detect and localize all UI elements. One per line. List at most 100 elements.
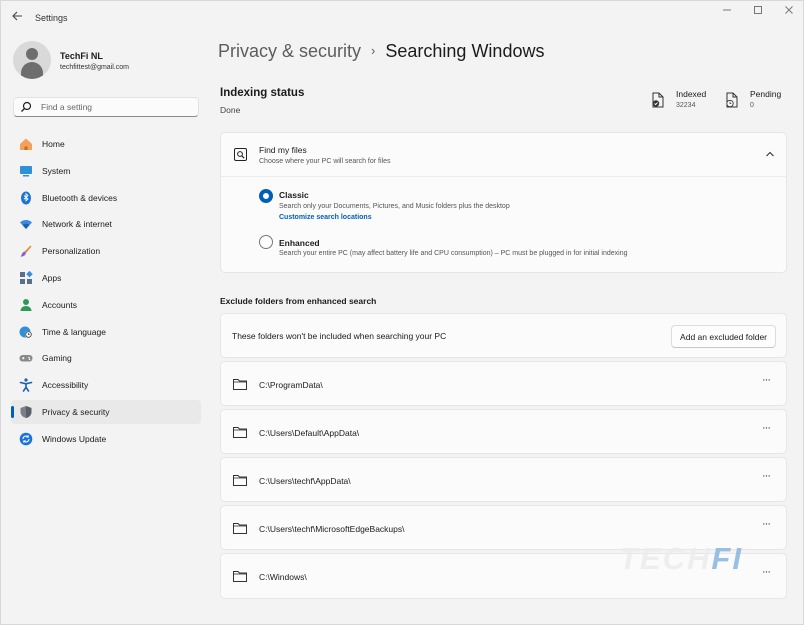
- apps-icon: [20, 270, 33, 284]
- title-bar: Settings: [1, 1, 803, 35]
- minimize-icon: [723, 9, 731, 11]
- pending-file-icon: [726, 92, 738, 108]
- classic-label: Classic: [279, 190, 309, 200]
- indexing-status-value: Done: [220, 105, 241, 115]
- more-options-button[interactable]: ···: [756, 519, 776, 533]
- sidebar-item-home[interactable]: Home: [11, 132, 201, 156]
- sidebar-item-network[interactable]: Network & internet: [11, 212, 201, 236]
- globe-clock-icon: [19, 326, 32, 338]
- wifi-icon: [20, 220, 32, 230]
- brush-icon: [20, 245, 32, 257]
- excluded-folder-row: C:\ProgramData\ ···: [220, 361, 787, 406]
- sidebar-item-windows-update[interactable]: Windows Update: [11, 427, 201, 451]
- search-input[interactable]: [41, 100, 191, 114]
- more-options-button[interactable]: ···: [756, 375, 776, 389]
- more-options-button[interactable]: ···: [756, 423, 776, 437]
- pending-count: 0: [750, 102, 754, 109]
- sidebar-item-label: Accounts: [42, 299, 77, 310]
- search-icon: [21, 101, 32, 112]
- classic-description: Search only your Documents, Pictures, an…: [279, 203, 510, 210]
- sidebar-nav: Home System Bluetooth & devices Network …: [11, 132, 201, 454]
- folder-path: C:\Users\Default\AppData\: [259, 428, 360, 438]
- pending-label: Pending: [750, 89, 782, 99]
- classic-radio[interactable]: [259, 189, 273, 203]
- update-icon: [19, 432, 33, 446]
- maximize-button[interactable]: [746, 5, 770, 19]
- sidebar-item-label: Network & internet: [42, 219, 112, 230]
- folder-icon: [233, 475, 247, 486]
- enhanced-radio[interactable]: [259, 235, 273, 249]
- folder-path: C:\Users\techf\AppData\: [259, 476, 351, 486]
- chevron-up-icon[interactable]: [764, 148, 776, 160]
- folder-icon: [233, 571, 247, 582]
- sidebar-item-time-language[interactable]: Time & language: [11, 320, 201, 344]
- file-search-icon: [234, 148, 247, 161]
- sidebar-item-personalization[interactable]: Personalization: [11, 239, 201, 263]
- system-icon: [20, 165, 32, 177]
- back-button[interactable]: [9, 10, 25, 26]
- gamepad-icon: [19, 355, 33, 362]
- enhanced-description: Search your entire PC (may affect batter…: [279, 250, 628, 257]
- sidebar-item-label: Accessibility: [42, 380, 89, 391]
- breadcrumb-parent-link[interactable]: Privacy & security: [218, 41, 361, 61]
- sidebar-item-label: System: [42, 165, 71, 176]
- shield-icon: [20, 405, 32, 418]
- search-box[interactable]: [13, 97, 199, 117]
- minimize-button[interactable]: [715, 5, 739, 19]
- folder-path: C:\Windows\: [259, 572, 307, 582]
- find-my-files-title: Find my files: [259, 145, 307, 155]
- enhanced-label: Enhanced: [279, 238, 320, 248]
- breadcrumb: Privacy & security › Searching Windows: [218, 41, 544, 62]
- settings-window: Settings TechFi NL techfittest@gmail.com…: [0, 0, 804, 625]
- breadcrumb-separator: ›: [371, 43, 376, 58]
- sidebar-item-label: Time & language: [42, 326, 106, 337]
- sidebar-item-label: Apps: [42, 272, 62, 283]
- exclude-info-text: These folders won't be included when sea…: [232, 331, 447, 341]
- indexed-label: Indexed: [676, 89, 707, 99]
- bluetooth-icon: [21, 191, 31, 205]
- maximize-icon: [754, 6, 762, 14]
- accessibility-icon: [19, 378, 33, 392]
- folder-icon: [233, 379, 247, 390]
- sidebar-item-label: Bluetooth & devices: [42, 192, 118, 203]
- profile-name: TechFi NL: [60, 51, 103, 61]
- indexing-status-title: Indexing status: [220, 87, 305, 99]
- sidebar-item-accounts[interactable]: Accounts: [11, 293, 201, 317]
- sidebar-item-apps[interactable]: Apps: [11, 266, 201, 290]
- sidebar-item-system[interactable]: System: [11, 159, 201, 183]
- folder-icon: [233, 427, 247, 438]
- accounts-icon: [20, 298, 32, 311]
- sidebar-item-label: Windows Update: [42, 433, 107, 444]
- excluded-folder-row: C:\Users\techf\AppData\ ···: [220, 457, 787, 502]
- customize-search-locations-link[interactable]: Customize search locations: [279, 214, 372, 221]
- app-title: Settings: [35, 13, 68, 23]
- page-title: Searching Windows: [385, 41, 545, 61]
- sidebar-item-label: Privacy & security: [42, 406, 110, 417]
- sidebar-item-gaming[interactable]: Gaming: [11, 346, 201, 370]
- exclude-section-title: Exclude folders from enhanced search: [220, 296, 377, 306]
- find-my-files-card: Find my files Choose where your PC will …: [220, 132, 787, 273]
- avatar: [13, 41, 51, 79]
- sidebar-item-label: Gaming: [42, 353, 72, 364]
- more-options-button[interactable]: ···: [756, 471, 776, 485]
- sidebar-item-accessibility[interactable]: Accessibility: [11, 373, 201, 397]
- sidebar-item-label: Home: [42, 139, 65, 149]
- find-my-files-header[interactable]: Find my files Choose where your PC will …: [221, 133, 786, 177]
- home-icon: [20, 138, 32, 150]
- folder-icon: [233, 523, 247, 534]
- excluded-folder-row: C:\Users\Default\AppData\ ···: [220, 409, 787, 454]
- sidebar-item-privacy-security[interactable]: Privacy & security: [11, 399, 201, 424]
- indexed-file-icon: [652, 92, 664, 108]
- sidebar-item-label: Personalization: [42, 246, 101, 257]
- techfi-watermark: TECHFI: [619, 541, 743, 576]
- folder-path: C:\Users\techf\MicrosoftEdgeBackups\: [259, 524, 405, 534]
- folder-path: C:\ProgramData\: [259, 380, 323, 390]
- add-excluded-folder-button[interactable]: Add an excluded folder: [671, 325, 776, 348]
- exclude-info-card: These folders won't be included when sea…: [220, 313, 787, 358]
- sidebar-item-bluetooth[interactable]: Bluetooth & devices: [11, 186, 201, 210]
- more-options-button[interactable]: ···: [756, 567, 776, 581]
- back-arrow-icon: [12, 11, 22, 21]
- close-icon: [785, 6, 793, 14]
- close-button[interactable]: [777, 5, 801, 19]
- indexed-count: 32234: [676, 102, 696, 109]
